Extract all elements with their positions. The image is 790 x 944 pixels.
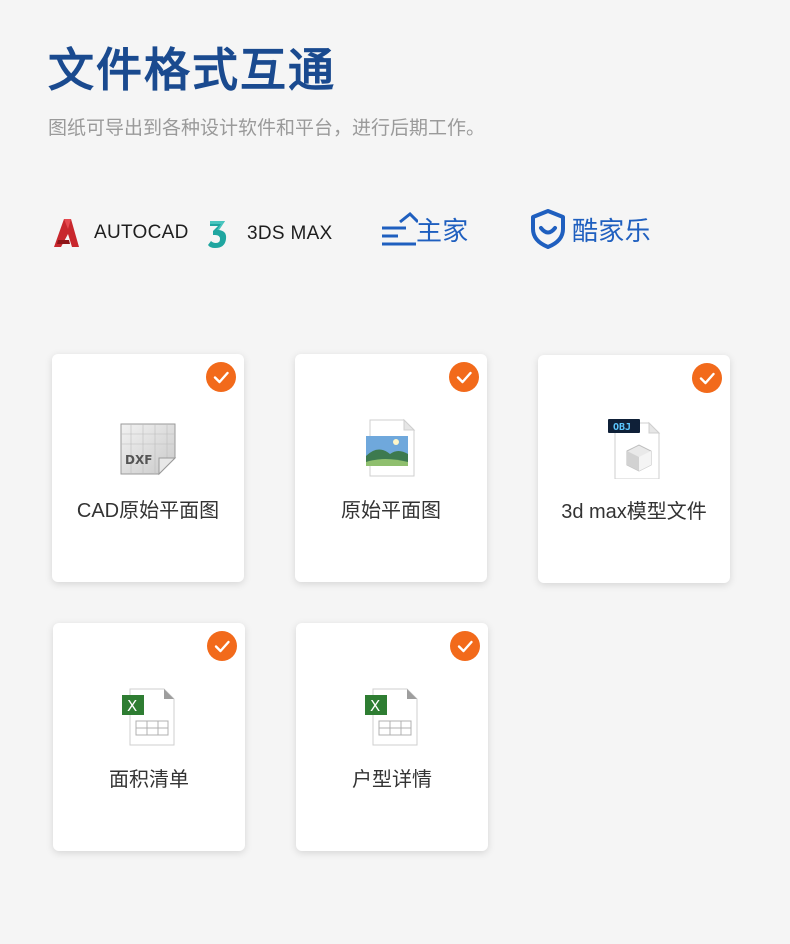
kujiale-logo-icon (531, 209, 565, 249)
obj-label: OBJ (613, 422, 631, 433)
excel-file-icon: X (365, 688, 418, 746)
excel-file-icon: X (122, 688, 175, 746)
excel-label: X (127, 697, 137, 715)
page-title: 文件格式互通 (48, 43, 336, 97)
image-file-icon (366, 418, 416, 477)
logo-autocad: AUTOCAD (52, 218, 189, 248)
check-icon[interactable] (206, 362, 236, 392)
obj-file-icon: OBJ (608, 419, 661, 479)
card-label: 原始平面图 (341, 500, 441, 522)
logo-label: AUTOCAD (94, 222, 189, 243)
dxf-label: DXF (125, 453, 152, 467)
check-icon[interactable] (449, 362, 479, 392)
check-icon[interactable] (207, 631, 237, 661)
excel-label: X (370, 697, 380, 715)
card-label: CAD原始平面图 (76, 500, 220, 522)
autocad-icon (54, 219, 79, 247)
card-area-list[interactable]: X 面积清单 (53, 623, 245, 851)
check-icon[interactable] (450, 631, 480, 661)
software-logos: AUTOCAD 3DS MAX 主家 酷家乐 (0, 205, 790, 265)
sanjia-logo-icon (382, 211, 418, 246)
card-3dmax-model[interactable]: OBJ 3d max模型文件 (538, 355, 730, 583)
logo-sanjia: 主家 (380, 208, 469, 250)
logo-kujiale: 酷家乐 (530, 209, 651, 249)
logo-3dsmax: 3DS MAX (207, 218, 333, 250)
card-unit-details[interactable]: X 户型详情 (296, 623, 488, 851)
logo-label: 3DS MAX (247, 223, 333, 244)
3dsmax-icon (208, 221, 227, 248)
check-icon[interactable] (692, 363, 722, 393)
card-label: 面积清单 (109, 769, 189, 791)
logo-label: 酷家乐 (572, 215, 651, 246)
page-subtitle: 图纸可导出到各种设计软件和平台，进行后期工作。 (48, 117, 486, 139)
card-label: 3d max模型文件 (561, 501, 707, 523)
logo-label: 主家 (416, 215, 469, 246)
card-cad-floorplan[interactable]: DXF CAD原始平面图 (52, 354, 244, 582)
card-label: 户型详情 (352, 769, 432, 791)
dxf-file-icon: DXF (120, 423, 177, 476)
card-floorplan-image[interactable]: 原始平面图 (295, 354, 487, 582)
